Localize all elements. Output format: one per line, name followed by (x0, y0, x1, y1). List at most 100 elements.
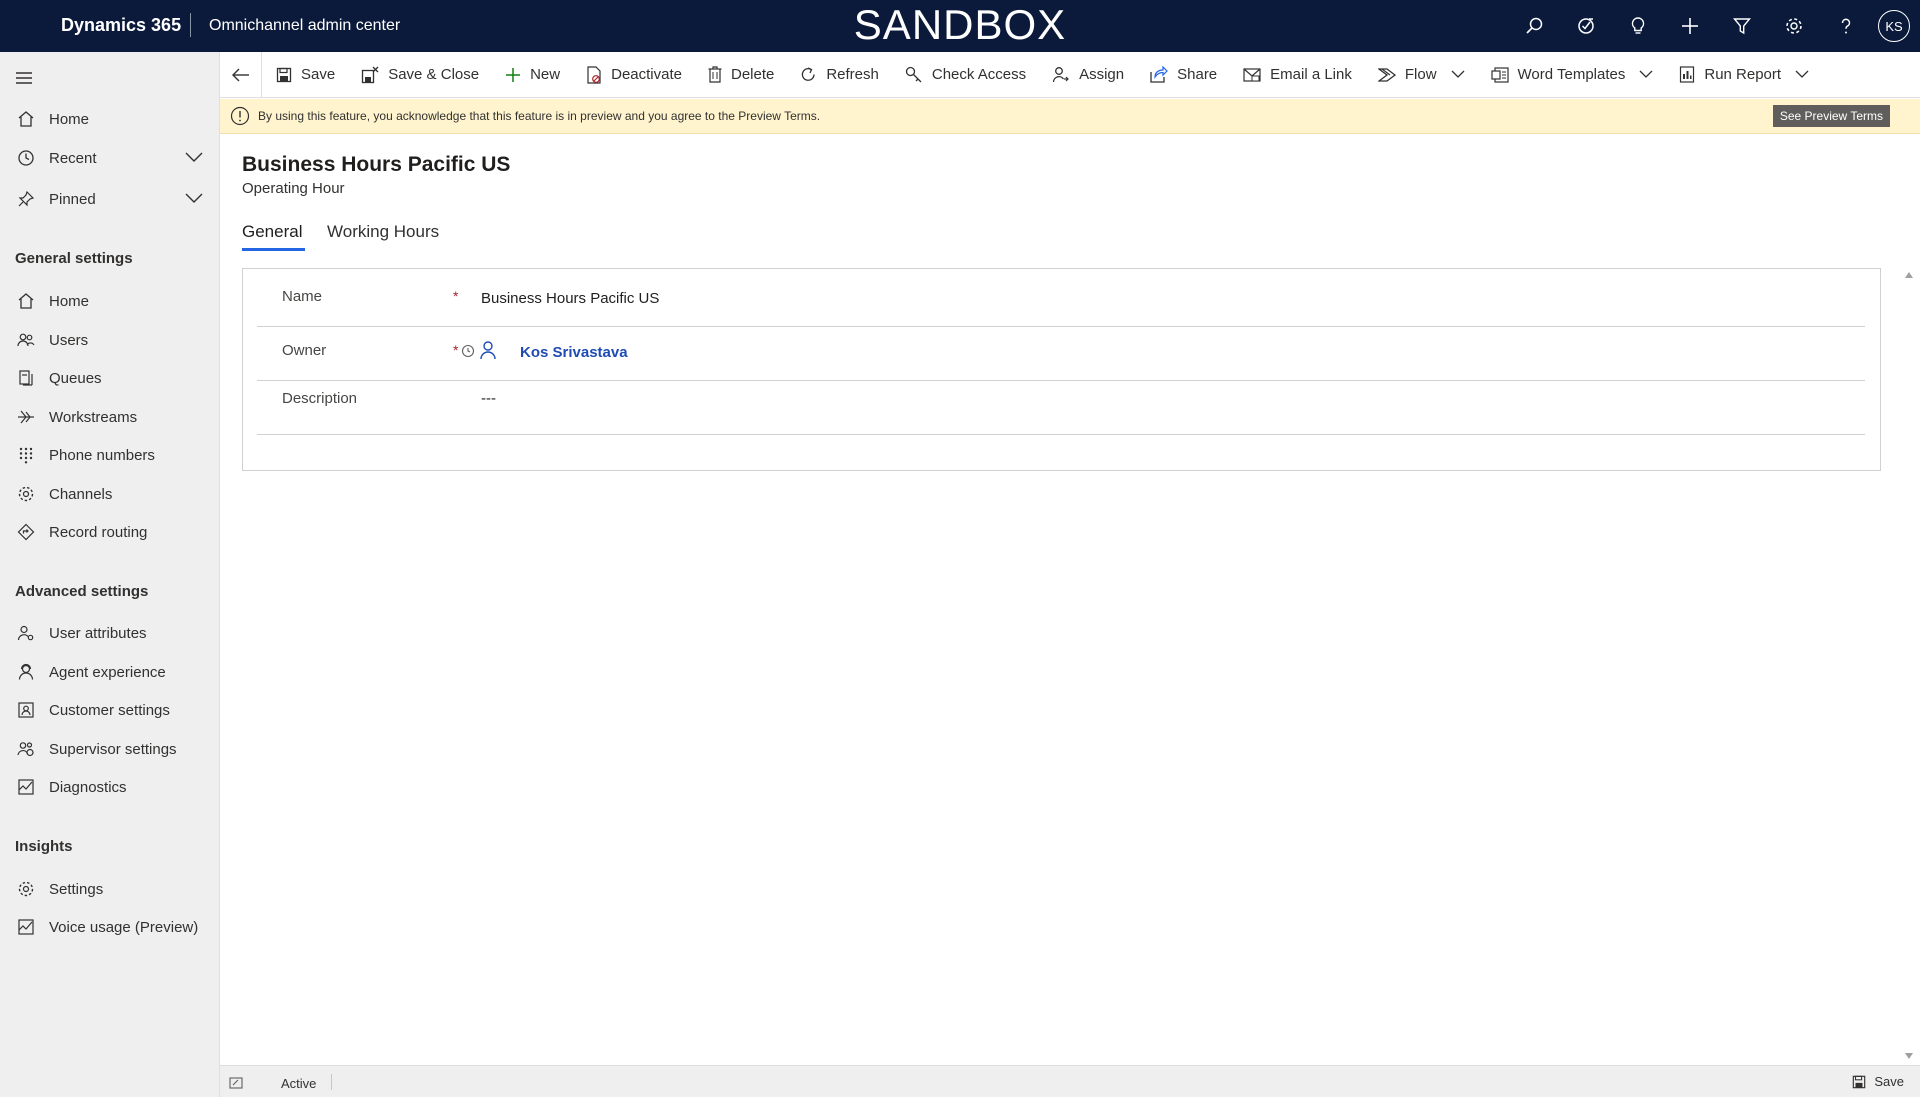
owner-lookup-link[interactable]: Kos Srivastava (520, 344, 628, 361)
sidebar-item-supervisor-settings[interactable]: Supervisor settings (0, 731, 219, 767)
sidebar-item-recent[interactable]: Recent (0, 140, 219, 176)
sidebar-item-record-routing[interactable]: Record routing (0, 514, 219, 550)
chevron-down-icon (1451, 70, 1464, 78)
word-templates-button[interactable]: Word Templates (1477, 52, 1666, 98)
run-report-button[interactable]: Run Report (1665, 52, 1821, 98)
scroll-down-arrow[interactable] (1904, 1052, 1914, 1060)
check-access-button[interactable]: Check Access (891, 52, 1038, 98)
hamburger-menu-icon[interactable] (14, 70, 34, 86)
trash-icon (708, 66, 722, 83)
new-button[interactable]: New (491, 52, 572, 98)
delete-button[interactable]: Delete (694, 52, 786, 98)
record-status: Active (281, 1076, 317, 1091)
save-close-button[interactable]: Save & Close (347, 52, 491, 98)
sidebar-item-home[interactable]: Home (0, 101, 219, 137)
tab-general[interactable]: General (242, 222, 302, 242)
sidebar-item-user-attributes[interactable]: User attributes (0, 615, 219, 651)
avatar[interactable]: KS (1878, 10, 1910, 42)
top-bar-actions: KS (1508, 0, 1920, 52)
dialpad-icon (0, 446, 49, 464)
refresh-button[interactable]: Refresh (786, 52, 891, 98)
email-link-button[interactable]: Email a Link (1229, 52, 1364, 98)
field-row-owner: Owner * Kos Srivastava (257, 327, 1865, 381)
gear-icon[interactable] (1768, 0, 1820, 52)
home-icon (0, 110, 49, 128)
scroll-up-arrow[interactable] (1904, 271, 1914, 279)
sidebar-item-label: Workstreams (49, 408, 138, 426)
settings-icon (0, 880, 49, 898)
section-title-insights: Insights (15, 838, 73, 855)
check-access-label: Check Access (931, 66, 1027, 83)
name-field[interactable]: Business Hours Pacific US (481, 290, 659, 307)
sidebar-item-label: Agent experience (49, 663, 166, 681)
supervisor-icon (0, 740, 49, 758)
description-field-label: Description (282, 390, 358, 407)
plus-icon[interactable] (1664, 0, 1716, 52)
deactivate-button[interactable]: Deactivate (572, 52, 694, 98)
chevron-down-icon (1639, 70, 1653, 78)
description-field[interactable]: --- (481, 390, 496, 407)
sidebar-item-label: Settings (49, 880, 104, 898)
flow-button[interactable]: Flow (1364, 52, 1477, 98)
presence-icon (461, 344, 475, 358)
section-title-advanced-settings: Advanced settings (15, 583, 149, 600)
deactivate-icon (587, 65, 601, 84)
help-icon[interactable] (1820, 0, 1872, 52)
sidebar-item-diagnostics[interactable]: Diagnostics (0, 769, 219, 805)
sidebar-item-label: Channels (49, 485, 113, 503)
sidebar-item-agent-experience[interactable]: Agent experience (0, 654, 219, 690)
field-row-description: Description --- (257, 381, 1865, 435)
home-icon (0, 292, 49, 310)
sidebar-item-label: Customer settings (49, 701, 170, 719)
search-icon[interactable] (1508, 0, 1560, 52)
sidebar-item-voice-usage[interactable]: Voice usage (Preview) (0, 909, 219, 945)
preview-banner: By using this feature, you acknowledge t… (220, 99, 1920, 134)
chevron-down-icon[interactable] (185, 192, 203, 204)
tab-working-hours[interactable]: Working Hours (327, 222, 439, 242)
assign-icon (1052, 66, 1069, 82)
sidebar-item-label: Phone numbers (49, 446, 155, 464)
chevron-down-icon[interactable] (185, 151, 203, 163)
sidebar-item-insights-settings[interactable]: Settings (0, 871, 219, 907)
sidebar-item-label: User attributes (49, 624, 147, 642)
filter-icon[interactable] (1716, 0, 1768, 52)
command-bar: Save Save & Close New Deactivate Delete … (220, 51, 1920, 98)
save-button[interactable]: Save (262, 52, 347, 98)
sidebar-item-pinned[interactable]: Pinned (0, 181, 219, 217)
chart-icon (0, 918, 49, 936)
entity-name: Operating Hour (242, 180, 345, 197)
sidebar-item-channels[interactable]: Channels (0, 476, 219, 512)
sidebar-item-label: Home (49, 110, 90, 128)
save-icon (276, 67, 292, 82)
lightbulb-icon[interactable] (1612, 0, 1664, 52)
sidebar-item-customer-settings[interactable]: Customer settings (0, 692, 219, 728)
sidebar-item-label: Queues (49, 369, 102, 387)
sidebar-item-users[interactable]: Users (0, 322, 219, 358)
deactivate-label: Deactivate (611, 66, 682, 83)
preview-banner-text: By using this feature, you acknowledge t… (258, 109, 821, 123)
field-row-name: Name * Business Hours Pacific US (257, 269, 1865, 327)
run-report-label: Run Report (1704, 66, 1782, 83)
queue-icon (0, 369, 49, 387)
info-icon (230, 106, 250, 126)
diagnostics-icon (0, 778, 49, 796)
section-title-general-settings: General settings (15, 250, 133, 267)
users-icon (0, 331, 49, 349)
save-label: Save (301, 66, 336, 83)
customer-icon (0, 701, 49, 719)
see-preview-terms-button[interactable]: See Preview Terms (1772, 105, 1890, 127)
routing-icon (0, 523, 49, 541)
sidebar-item-general-home[interactable]: Home (0, 283, 219, 319)
sidebar-item-queues[interactable]: Queues (0, 360, 219, 396)
share-button[interactable]: Share (1136, 52, 1229, 98)
status-save-button[interactable]: Save (1852, 1074, 1904, 1089)
task-icon[interactable] (1560, 0, 1612, 52)
assign-button[interactable]: Assign (1038, 52, 1136, 98)
sidebar: Home Recent Pinned General settings Home… (0, 52, 220, 1097)
open-in-new-window-icon[interactable] (229, 1077, 243, 1089)
sidebar-item-phone-numbers[interactable]: Phone numbers (0, 437, 219, 473)
sidebar-item-workstreams[interactable]: Workstreams (0, 399, 219, 435)
plus-icon (506, 67, 521, 82)
back-button[interactable] (220, 51, 262, 98)
key-icon (905, 66, 922, 82)
